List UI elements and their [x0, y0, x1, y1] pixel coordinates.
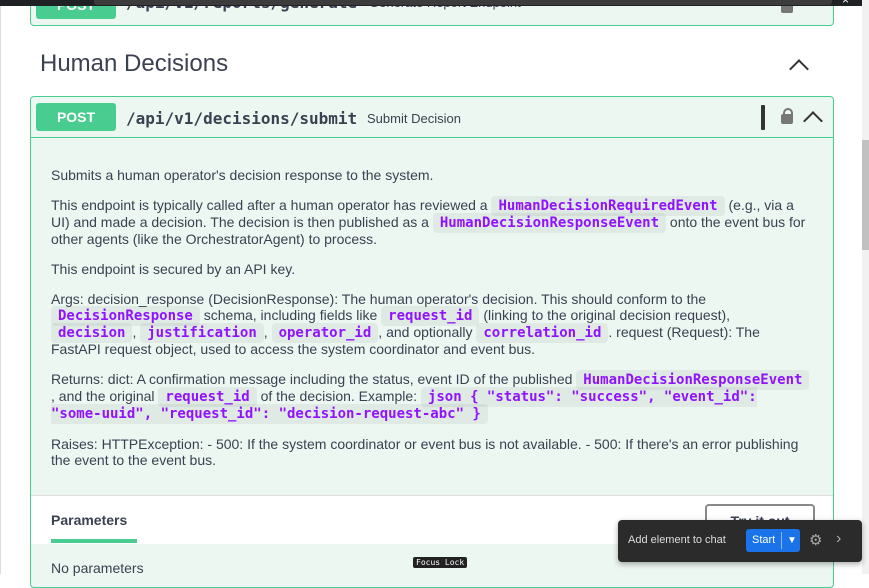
code-inline: HumanDecisionResponseEvent	[432, 213, 667, 233]
desc-paragraph: Raises: HTTPException: - 500: If the sys…	[51, 436, 799, 468]
swagger-page: POST /api/v1/reports/generate Generate R…	[0, 0, 863, 588]
desc-paragraph: Submits a human operator's decision resp…	[51, 167, 434, 183]
chevron-up-icon[interactable]	[803, 111, 823, 131]
operation-description: Submits a human operator's decision resp…	[51, 167, 811, 482]
code-inline: decision	[51, 323, 133, 343]
chevron-right-icon[interactable]: ›	[836, 530, 841, 548]
section-title[interactable]: Human Decisions	[40, 50, 228, 78]
chevron-up-icon[interactable]	[789, 59, 809, 79]
code-inline: justification	[140, 323, 264, 343]
operation-header[interactable]: POST /api/v1/decisions/submit Submit Dec…	[31, 97, 833, 138]
lock-icon[interactable]	[781, 108, 793, 124]
desc-paragraph: Returns: dict: A confirmation message in…	[51, 370, 811, 424]
scrollbar[interactable]	[862, 0, 869, 574]
code-inline: request_id	[381, 306, 480, 326]
desc-paragraph: This endpoint is typically called after …	[51, 196, 806, 247]
divider	[761, 105, 765, 130]
close-icon[interactable]: ×	[842, 0, 849, 7]
top-bar: ×	[0, 0, 869, 7]
gear-icon[interactable]: ⚙	[809, 531, 822, 549]
code-inline: correlation_id	[476, 323, 609, 343]
desc-paragraph: This endpoint is secured by an API key.	[51, 261, 296, 277]
code-inline: operator_id	[271, 323, 379, 343]
chevron-down-icon[interactable]: ▼	[787, 535, 797, 546]
divider	[781, 532, 782, 549]
address-bar[interactable]	[94, 0, 832, 5]
operation-summary: Submit Decision	[367, 111, 461, 126]
scrollbar-thumb[interactable]	[862, 140, 869, 250]
operation-path: /api/v1/decisions/submit	[126, 109, 358, 128]
start-button[interactable]: Start ▼	[746, 529, 800, 552]
tab-underline	[51, 539, 137, 543]
focus-lock-badge: Focus Lock	[413, 557, 468, 568]
tab-parameters[interactable]: Parameters	[51, 512, 127, 528]
add-element-to-chat-toolbar: Add element to chat Start ▼ ⚙ ›	[618, 520, 862, 562]
chat-label: Add element to chat	[628, 534, 726, 546]
method-badge: POST	[36, 103, 116, 131]
operation-submit-decision: POST /api/v1/decisions/submit Submit Dec…	[30, 96, 834, 588]
desc-paragraph: Args: decision_response (DecisionRespons…	[51, 291, 760, 357]
